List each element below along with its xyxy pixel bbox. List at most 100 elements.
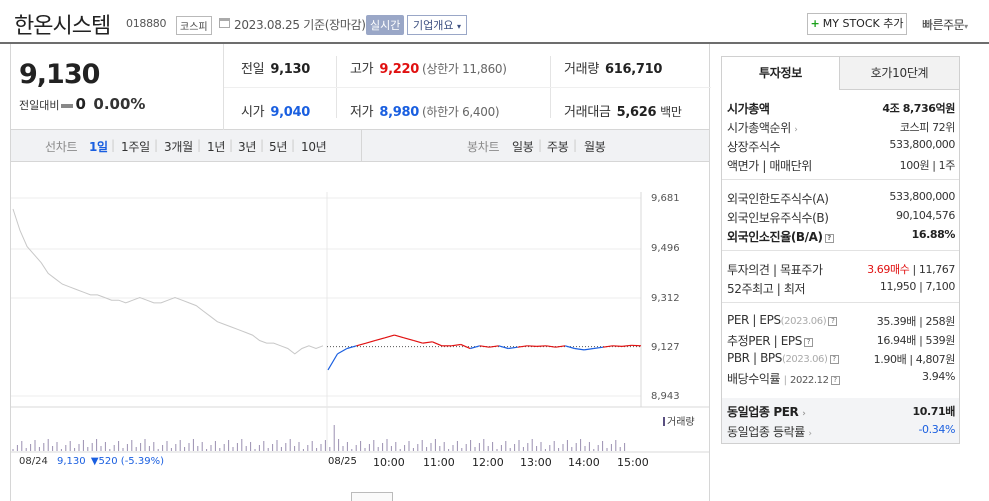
- chart-expand-handle[interactable]: [351, 492, 393, 501]
- period-3m[interactable]: 3개월: [164, 138, 193, 155]
- chevron-down-icon: ▾: [964, 22, 968, 31]
- today-series-segment: [394, 334, 405, 339]
- x-tick: 08/25: [328, 456, 357, 467]
- add-mystock-button[interactable]: + MY STOCK 추가: [807, 13, 907, 35]
- realtime-button[interactable]: 실시간: [366, 15, 405, 35]
- base-date: 2023.08.25 기준(장마감): [234, 18, 366, 32]
- today-series-segment: [631, 344, 642, 347]
- flat-icon: [61, 104, 74, 108]
- volume: 거래량 616,710: [564, 62, 663, 77]
- period-1w[interactable]: 1주일: [121, 138, 150, 155]
- calendar-icon: [219, 18, 230, 28]
- foreign-limit: 외국인한도주식수(A) 533,800,000: [727, 190, 955, 206]
- today-series-segment: [451, 343, 461, 347]
- help-icon[interactable]: ?: [803, 338, 813, 347]
- y-tick: 9,681: [651, 193, 680, 204]
- today-series-segment: [612, 345, 623, 347]
- today-series-segment: [574, 347, 585, 351]
- help-icon[interactable]: ?: [828, 317, 838, 326]
- sector-per[interactable]: 동일업종 PER › 10.71배: [727, 403, 955, 421]
- current-price: 9,130: [19, 59, 100, 90]
- today-series-segment: [432, 341, 443, 347]
- legend-change: ▼520 (-5.39%): [90, 456, 164, 467]
- today-series-segment: [593, 346, 604, 350]
- x-tick: 12:00: [472, 456, 504, 469]
- x-tick: 14:00: [568, 456, 600, 469]
- line-chart-label: 선차트: [45, 140, 78, 154]
- today-series-segment: [422, 341, 433, 344]
- week52-range: 52주최고 | 최저 11,950 | 7,100: [727, 280, 955, 296]
- x-tick: 10:00: [373, 456, 405, 469]
- low-price: 저가 8,980 (하한가 6,400): [350, 105, 500, 120]
- chart-toolbar: 선차트 1일 | 1주일 | 3개월 | 1년 | 3년 | 5년 | 10년 …: [10, 130, 710, 162]
- help-icon[interactable]: ?: [824, 234, 834, 243]
- today-series-segment: [536, 345, 547, 347]
- tab-orderbook[interactable]: 호가10단계: [840, 57, 959, 90]
- y-tick: 9,127: [651, 342, 680, 353]
- period-1y[interactable]: 1년: [207, 138, 225, 155]
- foreign-ratio: 외국인소진율(B/A)? 16.88%: [727, 228, 955, 244]
- price-change: 전일대비 0 0.00%: [19, 95, 145, 113]
- x-tick: 15:00: [617, 456, 649, 469]
- period-5y[interactable]: 5년: [269, 138, 287, 155]
- change-value: 0: [75, 95, 86, 113]
- chevron-down-icon: ▾: [456, 22, 461, 31]
- per-eps: PER | EPS(2023.06)? 35.39배 | 258원: [727, 313, 955, 328]
- prev-close: 전일 9,130: [241, 62, 310, 77]
- y-tick: 9,496: [651, 243, 680, 254]
- sector-change[interactable]: 동일업종 등락률 › -0.34%: [727, 423, 955, 441]
- candle-chart-label: 봉차트: [467, 140, 500, 154]
- company-info-dropdown[interactable]: 기업개요 ▾: [407, 15, 467, 35]
- today-series-segment: [527, 345, 537, 347]
- candle-daily[interactable]: 일봉: [512, 138, 534, 155]
- today-series-segment: [498, 345, 509, 350]
- change-label: 전일대비: [19, 99, 60, 112]
- chart-canvas: [11, 192, 709, 453]
- today-series-segment: [327, 353, 339, 371]
- market-cap-rank[interactable]: 시가총액순위 › 코스피 72위: [727, 119, 955, 137]
- help-icon[interactable]: ?: [829, 355, 839, 364]
- candle-weekly[interactable]: 주봉: [547, 138, 569, 155]
- target-price: 투자의견 | 목표주가 3.69매수 | 11,767: [727, 263, 955, 277]
- chevron-right-icon: ›: [794, 125, 798, 135]
- legend-price: 9,130: [57, 456, 86, 467]
- par-value: 액면가 | 매매단위 100원 | 1주: [727, 159, 955, 173]
- volume-legend: 거래량: [663, 413, 695, 428]
- chevron-right-icon: ›: [808, 429, 812, 439]
- today-series-segment: [337, 347, 348, 355]
- today-series-segment: [365, 339, 376, 344]
- market-badge: 코스피: [176, 16, 212, 35]
- company-name: 한온시스템: [14, 14, 111, 39]
- plus-icon: +: [810, 17, 820, 30]
- period-1d[interactable]: 1일: [89, 138, 108, 155]
- legend-date: 08/24: [19, 456, 48, 467]
- today-series-segment: [356, 342, 367, 347]
- quick-order-button[interactable]: 빠른주문▾: [922, 16, 968, 33]
- stock-code: 018880: [126, 17, 167, 30]
- price-stats: 전일 9,130 고가 9,220 (상한가 11,860) 거래량 616,710 시…: [223, 44, 711, 130]
- period-3y[interactable]: 3년: [238, 138, 256, 155]
- sector-summary: 동일업종 PER › 10.71배 동일업종 등락률 › -0.34%: [722, 398, 959, 443]
- today-series-segment: [413, 339, 424, 344]
- side-panel: 투자정보 호가10단계 시가총액 4조 8,736억원 시가총액순위 › 코스피 7…: [721, 56, 960, 444]
- tab-invest-info[interactable]: 투자정보: [722, 57, 840, 90]
- y-tick: 9,312: [651, 293, 680, 304]
- price-chart[interactable]: 9,681 9,496 9,312 9,127 8,943 거래량 08/24 …: [10, 162, 710, 501]
- change-percent: 0.00%: [93, 95, 146, 113]
- x-tick: 13:00: [520, 456, 552, 469]
- high-price: 고가 9,220 (상한가 11,860): [350, 62, 507, 77]
- open-price: 시가 9,040: [241, 105, 310, 120]
- today-series-segment: [479, 345, 490, 348]
- est-per-eps: 추정PER | EPS? 16.94배 | 539원: [727, 334, 955, 348]
- period-10y[interactable]: 10년: [301, 138, 327, 155]
- y-tick: 8,943: [651, 391, 680, 402]
- today-series-segment: [602, 345, 613, 348]
- today-series-segment: [403, 337, 414, 342]
- candle-monthly[interactable]: 월봉: [584, 138, 606, 155]
- price-summary: 9,130 전일대비 0 0.00% 전일 9,130 고가 9,220 (상한가 11…: [10, 44, 711, 130]
- prev-day-series-line: [12, 208, 324, 355]
- today-series-segment: [546, 345, 556, 348]
- help-icon[interactable]: ?: [830, 376, 840, 385]
- chart-legend: 08/24 9,130 ▼520 (-5.39%): [19, 456, 164, 467]
- trade-amount: 거래대금 5,626 백만: [564, 105, 682, 120]
